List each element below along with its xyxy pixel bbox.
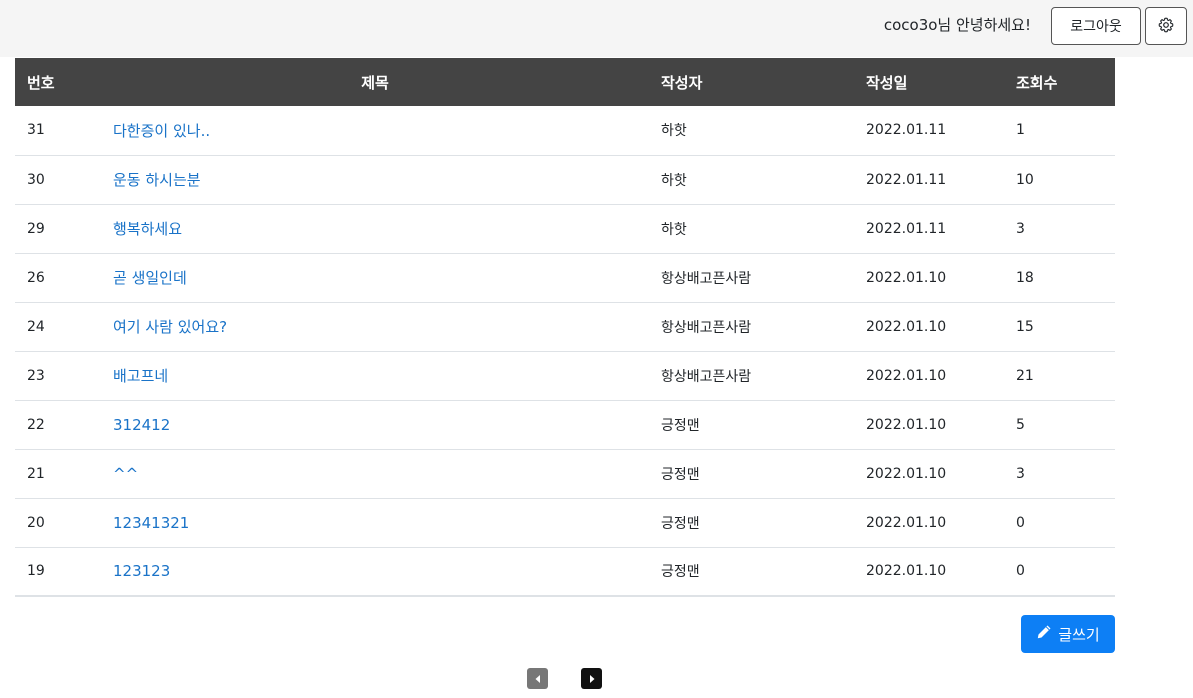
post-number: 30 <box>27 171 45 188</box>
post-views: 5 <box>1016 416 1025 433</box>
post-views: 21 <box>1016 367 1034 384</box>
post-date: 2022.01.11 <box>866 122 947 139</box>
table-row: 26 곧 생일인데 항상배고픈사람 2022.01.10 18 <box>15 253 1115 302</box>
column-header-number: 번호 <box>27 73 55 92</box>
post-date: 2022.01.10 <box>866 318 947 335</box>
post-views: 18 <box>1016 269 1034 286</box>
post-title-link[interactable]: 행복하세요 <box>113 220 182 238</box>
post-date: 2022.01.10 <box>866 269 947 286</box>
post-author: 항상배고픈사람 <box>661 270 752 287</box>
post-number: 20 <box>27 514 45 531</box>
post-title-link[interactable]: 배고프네 <box>113 367 168 385</box>
post-title-link[interactable]: 운동 하시는분 <box>113 171 201 189</box>
post-title-link[interactable]: 곧 생일인데 <box>113 269 187 287</box>
post-views: 15 <box>1016 318 1034 335</box>
post-date: 2022.01.11 <box>866 171 947 188</box>
table-row: 31 다한증이 있나.. 하핫 2022.01.11 1 <box>15 106 1115 155</box>
post-author: 하핫 <box>661 172 687 189</box>
post-views: 10 <box>1016 171 1034 188</box>
post-number: 26 <box>27 269 45 286</box>
post-date: 2022.01.10 <box>866 563 947 580</box>
greeting-text: coco3o님 안녕하세요! <box>883 16 1031 34</box>
post-views: 1 <box>1016 122 1025 139</box>
post-author: 긍정맨 <box>661 466 700 483</box>
previous-page-button[interactable] <box>527 668 548 689</box>
column-header-title: 제목 <box>361 73 389 92</box>
post-author: 긍정맨 <box>661 417 700 434</box>
table-row: 21 ^^ 긍정맨 2022.01.10 3 <box>15 449 1115 498</box>
write-post-label: 글쓰기 <box>1058 625 1100 644</box>
post-author: 하핫 <box>661 221 687 238</box>
top-bar: coco3o님 안녕하세요! 로그아웃 <box>0 0 1193 57</box>
table-row: 22 312412 긍정맨 2022.01.10 5 <box>15 400 1115 449</box>
logout-button[interactable]: 로그아웃 <box>1051 7 1141 45</box>
next-page-button[interactable] <box>581 668 602 689</box>
post-number: 24 <box>27 318 45 335</box>
post-number: 22 <box>27 416 45 433</box>
post-number: 23 <box>27 367 45 384</box>
post-title-link[interactable]: 12341321 <box>113 514 189 532</box>
caret-right-icon <box>587 669 597 688</box>
post-author: 항상배고픈사람 <box>661 319 752 336</box>
table-row: 30 운동 하시는분 하핫 2022.01.11 10 <box>15 155 1115 204</box>
post-number: 29 <box>27 220 45 237</box>
table-row: 23 배고프네 항상배고픈사람 2022.01.10 21 <box>15 351 1115 400</box>
post-views: 0 <box>1016 514 1025 531</box>
table-row: 20 12341321 긍정맨 2022.01.10 0 <box>15 498 1115 547</box>
settings-button[interactable] <box>1145 7 1187 45</box>
column-header-date: 작성일 <box>866 73 908 92</box>
column-header-views: 조회수 <box>1016 73 1058 92</box>
write-post-button[interactable]: 글쓰기 <box>1021 615 1115 653</box>
table-row: 19 123123 긍정맨 2022.01.10 0 <box>15 547 1115 596</box>
board-table: 번호 제목 작성자 작성일 조회수 31 다한증이 있나.. 하핫 2022.0… <box>15 58 1115 597</box>
post-number: 31 <box>27 122 45 139</box>
post-views: 3 <box>1016 465 1025 482</box>
gear-icon <box>1158 17 1174 36</box>
post-date: 2022.01.11 <box>866 220 947 237</box>
post-date: 2022.01.10 <box>866 465 947 482</box>
post-date: 2022.01.10 <box>866 367 947 384</box>
post-author: 긍정맨 <box>661 515 700 532</box>
post-number: 21 <box>27 465 45 482</box>
post-title-link[interactable]: 123123 <box>113 562 170 580</box>
table-row: 29 행복하세요 하핫 2022.01.11 3 <box>15 204 1115 253</box>
pencil-icon <box>1036 624 1052 644</box>
post-title-link[interactable]: ^^ <box>113 465 138 483</box>
post-author: 항상배고픈사람 <box>661 368 752 385</box>
post-title-link[interactable]: 다한증이 있나.. <box>113 122 210 140</box>
column-header-author: 작성자 <box>661 73 703 92</box>
post-views: 3 <box>1016 220 1025 237</box>
post-views: 0 <box>1016 563 1025 580</box>
post-number: 19 <box>27 563 45 580</box>
table-row: 24 여기 사람 있어요? 항상배고픈사람 2022.01.10 15 <box>15 302 1115 351</box>
caret-left-icon <box>533 669 543 688</box>
post-author: 하핫 <box>661 123 687 140</box>
post-title-link[interactable]: 여기 사람 있어요? <box>113 318 227 336</box>
post-date: 2022.01.10 <box>866 416 947 433</box>
table-header-row: 번호 제목 작성자 작성일 조회수 <box>15 58 1115 106</box>
post-date: 2022.01.10 <box>866 514 947 531</box>
post-title-link[interactable]: 312412 <box>113 416 170 434</box>
post-author: 긍정맨 <box>661 564 700 581</box>
